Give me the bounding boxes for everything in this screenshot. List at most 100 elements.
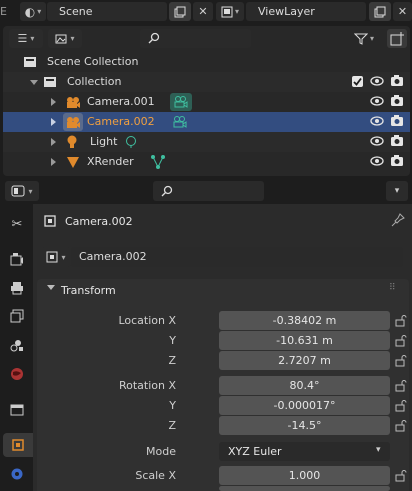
tab-output[interactable] bbox=[4, 276, 30, 300]
outliner-panel: ☰ ▾ ▾ ▾ Scene Collection Collection Camer… bbox=[3, 26, 410, 176]
properties-tabs: ✂ bbox=[0, 204, 33, 491]
outliner-row-scene-collection[interactable]: Scene Collection bbox=[3, 52, 410, 72]
delete-scene-button[interactable]: ✕ bbox=[193, 2, 213, 21]
display-mode-button[interactable]: ☰ ▾ bbox=[9, 29, 43, 48]
expand-arrow-icon[interactable] bbox=[51, 118, 56, 126]
object-browse-button[interactable]: ▾ bbox=[41, 247, 71, 267]
object-icon bbox=[12, 439, 24, 451]
collection-icon bbox=[10, 404, 24, 416]
location-y-label: Y bbox=[169, 334, 176, 347]
filter-button[interactable]: ▾ bbox=[349, 29, 379, 48]
options-dropdown-button[interactable]: ▾ bbox=[386, 181, 408, 201]
new-viewlayer-button[interactable] bbox=[369, 2, 391, 21]
eye-icon[interactable] bbox=[370, 95, 384, 107]
tab-modifiers[interactable] bbox=[4, 462, 30, 486]
collapse-arrow-icon[interactable] bbox=[30, 80, 38, 85]
top-bar: E ◐ ▾ Scene ✕ ▾ ViewLayer ✕ bbox=[0, 0, 412, 24]
lock-open-icon[interactable] bbox=[395, 470, 407, 482]
properties-header: ▾ ▾ bbox=[0, 178, 412, 204]
filter-view-button[interactable]: ▾ bbox=[48, 29, 82, 48]
camera-data-icon bbox=[174, 96, 188, 108]
editor-type-button[interactable]: ▾ bbox=[5, 181, 39, 201]
eye-icon[interactable] bbox=[370, 135, 384, 147]
panel-title: Transform bbox=[61, 284, 116, 297]
new-collection-icon bbox=[390, 31, 404, 45]
lock-open-icon[interactable] bbox=[395, 380, 407, 392]
exclude-checkbox[interactable] bbox=[352, 76, 363, 87]
tab-tool[interactable]: ✂ bbox=[4, 212, 30, 236]
lock-open-icon[interactable] bbox=[395, 335, 407, 347]
rotation-mode-select[interactable]: XYZ Euler ▾ bbox=[219, 442, 390, 461]
location-x-field[interactable]: -0.38402 m bbox=[219, 311, 390, 330]
outliner-search-input[interactable] bbox=[140, 29, 251, 48]
light-data-icon[interactable] bbox=[124, 135, 138, 149]
camera-data-icon[interactable] bbox=[172, 115, 188, 129]
new-scene-button[interactable] bbox=[169, 2, 191, 21]
scene-name-field[interactable]: Scene bbox=[47, 2, 167, 21]
object-name-field[interactable]: Camera.002 bbox=[71, 247, 403, 267]
viewlayer-name-field[interactable]: ViewLayer bbox=[246, 2, 366, 21]
tab-collection[interactable] bbox=[4, 398, 30, 422]
outliner-row-camera-001[interactable]: Camera.001 bbox=[3, 92, 410, 112]
outliner-row-camera-002[interactable]: Camera.002 bbox=[3, 112, 410, 132]
tab-scene[interactable] bbox=[4, 333, 30, 357]
object-icon bbox=[44, 215, 56, 227]
eye-icon[interactable] bbox=[370, 75, 384, 87]
scene-browse-button[interactable]: ◐ ▾ bbox=[20, 2, 46, 21]
pin-icon[interactable] bbox=[391, 213, 405, 227]
location-z-field[interactable]: 2.7207 m bbox=[219, 351, 390, 370]
funnel-icon bbox=[353, 33, 368, 45]
camera-data-button[interactable] bbox=[170, 93, 192, 111]
scene-icon: ◐ bbox=[24, 4, 36, 19]
expand-arrow-icon[interactable] bbox=[51, 98, 56, 106]
search-icon bbox=[161, 185, 173, 197]
location-y-field[interactable]: -10.631 m bbox=[219, 331, 390, 350]
transform-panel-header[interactable]: Transform ⠿ bbox=[37, 279, 409, 303]
eye-icon[interactable] bbox=[370, 115, 384, 127]
wrench-screwdriver-icon: ✂ bbox=[11, 216, 23, 232]
tab-world[interactable] bbox=[4, 362, 30, 386]
collapse-arrow-icon[interactable] bbox=[47, 285, 55, 290]
lock-open-icon[interactable] bbox=[395, 400, 407, 412]
lock-open-icon[interactable] bbox=[395, 420, 407, 432]
outliner-row-collection[interactable]: Collection bbox=[3, 72, 410, 92]
camera-render-icon[interactable] bbox=[390, 95, 404, 107]
output-printer-icon bbox=[11, 282, 23, 295]
scale-y-field[interactable]: 1.000 bbox=[219, 486, 390, 491]
camera-render-icon[interactable] bbox=[390, 135, 404, 147]
drag-handle-icon[interactable]: ⠿ bbox=[389, 283, 396, 293]
outliner-row-xrender[interactable]: XRender bbox=[3, 152, 410, 172]
rotation-z-label: Z bbox=[168, 419, 176, 432]
camera-object-icon bbox=[67, 97, 80, 108]
outliner-tree-icon: ☰ bbox=[17, 32, 28, 45]
image-icon bbox=[55, 34, 67, 43]
camera-render-icon[interactable] bbox=[390, 155, 404, 167]
scale-x-field[interactable]: 1.000 bbox=[219, 466, 390, 485]
lock-open-icon[interactable] bbox=[395, 355, 407, 367]
eye-icon[interactable] bbox=[370, 155, 384, 167]
tab-view-layer[interactable] bbox=[4, 304, 30, 328]
delete-viewlayer-button[interactable]: ✕ bbox=[393, 2, 412, 21]
expand-arrow-icon[interactable] bbox=[51, 138, 56, 146]
editor-letter: E bbox=[0, 5, 7, 18]
geometry-nodes-icon[interactable] bbox=[150, 154, 166, 170]
rotation-z-field[interactable]: -14.5° bbox=[219, 416, 390, 435]
close-icon: ✕ bbox=[198, 5, 208, 18]
chevron-down-icon: ▾ bbox=[376, 445, 381, 455]
scene-icon bbox=[10, 340, 23, 352]
rotation-x-label: Rotation X bbox=[118, 379, 176, 392]
expand-arrow-icon[interactable] bbox=[51, 158, 56, 166]
rotation-x-field[interactable]: 80.4° bbox=[219, 376, 390, 395]
camera-render-icon[interactable] bbox=[390, 115, 404, 127]
outliner-row-light[interactable]: Light bbox=[3, 132, 410, 152]
tab-render[interactable] bbox=[4, 247, 30, 271]
lock-open-icon[interactable] bbox=[395, 315, 407, 327]
new-collection-button[interactable] bbox=[387, 29, 407, 48]
camera-render-icon[interactable] bbox=[390, 75, 404, 87]
rotation-y-field[interactable]: -0.000017° bbox=[219, 396, 390, 415]
render-icon bbox=[10, 253, 23, 266]
tab-object[interactable] bbox=[3, 433, 33, 457]
properties-search-input[interactable] bbox=[153, 181, 264, 201]
viewlayer-browse-button[interactable]: ▾ bbox=[216, 2, 244, 21]
world-icon bbox=[11, 368, 23, 380]
